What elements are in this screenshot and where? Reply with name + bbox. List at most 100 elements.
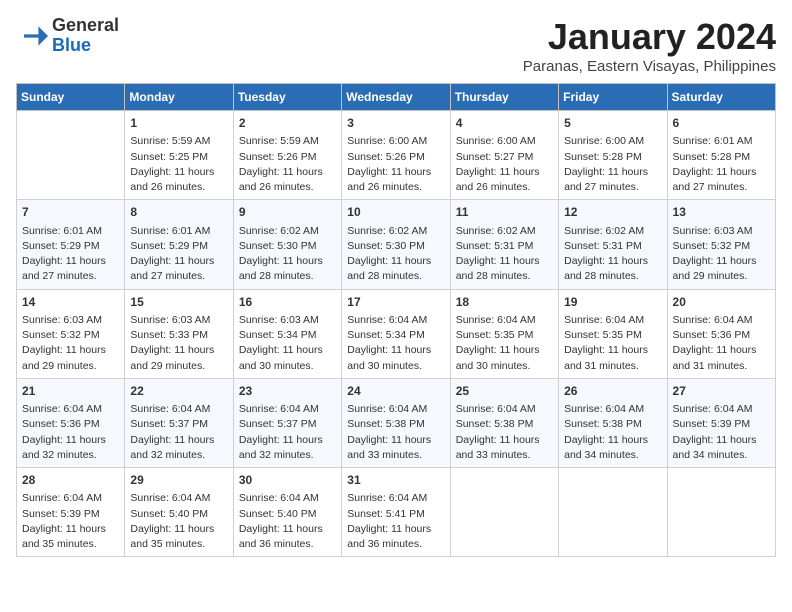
calendar-cell: 15 Sunrise: 6:03 AM Sunset: 5:33 PM Dayli… [125, 289, 233, 378]
header-cell-thursday: Thursday [450, 84, 558, 111]
calendar-cell: 10 Sunrise: 6:02 AM Sunset: 5:30 PM Dayli… [342, 200, 450, 289]
day-info: Sunrise: 6:00 AM Sunset: 5:26 PM Dayligh… [347, 134, 444, 195]
calendar-cell: 11Sunrise: 6:02 AM Sunset: 5:31 PM Dayli… [450, 200, 558, 289]
header-row: SundayMondayTuesdayWednesdayThursdayFrid… [17, 84, 776, 111]
calendar-cell: 26Sunrise: 6:04 AM Sunset: 5:38 PM Dayli… [559, 378, 667, 467]
header-cell-monday: Monday [125, 84, 233, 111]
calendar-body: 1 Sunrise: 5:59 AM Sunset: 5:25 PM Daylig… [17, 111, 776, 557]
day-number: 4 [456, 115, 553, 132]
day-info: Sunrise: 5:59 AM Sunset: 5:26 PM Dayligh… [239, 134, 336, 195]
calendar-cell: 7 Sunrise: 6:01 AM Sunset: 5:29 PM Daylig… [17, 200, 125, 289]
calendar-cell: 9Sunrise: 6:02 AM Sunset: 5:30 PM Daylig… [233, 200, 341, 289]
header-cell-sunday: Sunday [17, 84, 125, 111]
day-info: Sunrise: 6:04 AM Sunset: 5:40 PM Dayligh… [130, 491, 227, 552]
day-info: Sunrise: 6:00 AM Sunset: 5:28 PM Dayligh… [564, 134, 661, 195]
calendar-header: SundayMondayTuesdayWednesdayThursdayFrid… [17, 84, 776, 111]
calendar-cell: 21Sunrise: 6:04 AM Sunset: 5:36 PM Dayli… [17, 378, 125, 467]
day-info: Sunrise: 6:04 AM Sunset: 5:37 PM Dayligh… [239, 402, 336, 463]
day-number: 15 [130, 294, 227, 311]
calendar-cell: 17 Sunrise: 6:04 AM Sunset: 5:34 PM Dayli… [342, 289, 450, 378]
calendar-cell: 18 Sunrise: 6:04 AM Sunset: 5:35 PM Dayli… [450, 289, 558, 378]
day-info: Sunrise: 6:04 AM Sunset: 5:34 PM Dayligh… [347, 313, 444, 374]
header-cell-friday: Friday [559, 84, 667, 111]
day-number: 17 [347, 294, 444, 311]
month-title: January 2024 [523, 16, 776, 58]
day-number: 18 [456, 294, 553, 311]
calendar-cell: 27 Sunrise: 6:04 AM Sunset: 5:39 PM Dayli… [667, 378, 775, 467]
calendar-cell: 25Sunrise: 6:04 AM Sunset: 5:38 PM Dayli… [450, 378, 558, 467]
calendar-cell [559, 468, 667, 557]
day-number: 21 [22, 383, 119, 400]
day-info: Sunrise: 6:04 AM Sunset: 5:39 PM Dayligh… [22, 491, 119, 552]
calendar-cell: 22Sunrise: 6:04 AM Sunset: 5:37 PM Dayli… [125, 378, 233, 467]
calendar-cell: 20 Sunrise: 6:04 AM Sunset: 5:36 PM Dayli… [667, 289, 775, 378]
header-cell-tuesday: Tuesday [233, 84, 341, 111]
day-info: Sunrise: 6:04 AM Sunset: 5:37 PM Dayligh… [130, 402, 227, 463]
day-number: 24 [347, 383, 444, 400]
day-number: 19 [564, 294, 661, 311]
day-number: 14 [22, 294, 119, 311]
logo: General Blue [16, 16, 119, 56]
day-number: 12 [564, 204, 661, 221]
day-number: 23 [239, 383, 336, 400]
logo-blue: Blue [52, 35, 91, 55]
day-number: 16 [239, 294, 336, 311]
day-number: 31 [347, 472, 444, 489]
day-info: Sunrise: 6:02 AM Sunset: 5:31 PM Dayligh… [456, 224, 553, 285]
day-info: Sunrise: 6:04 AM Sunset: 5:38 PM Dayligh… [456, 402, 553, 463]
day-number: 27 [673, 383, 770, 400]
day-info: Sunrise: 6:03 AM Sunset: 5:32 PM Dayligh… [673, 224, 770, 285]
day-info: Sunrise: 6:02 AM Sunset: 5:30 PM Dayligh… [239, 224, 336, 285]
day-number: 7 [22, 204, 119, 221]
calendar-cell [17, 111, 125, 200]
calendar-cell: 5 Sunrise: 6:00 AM Sunset: 5:28 PM Daylig… [559, 111, 667, 200]
day-number: 30 [239, 472, 336, 489]
week-row-3: 14Sunrise: 6:03 AM Sunset: 5:32 PM Dayli… [17, 289, 776, 378]
day-info: Sunrise: 5:59 AM Sunset: 5:25 PM Dayligh… [130, 134, 227, 195]
calendar-cell: 19 Sunrise: 6:04 AM Sunset: 5:35 PM Dayli… [559, 289, 667, 378]
calendar-cell: 28Sunrise: 6:04 AM Sunset: 5:39 PM Dayli… [17, 468, 125, 557]
day-number: 5 [564, 115, 661, 132]
calendar-cell: 29Sunrise: 6:04 AM Sunset: 5:40 PM Dayli… [125, 468, 233, 557]
title-block: January 2024 Paranas, Eastern Visayas, P… [523, 16, 776, 75]
day-number: 6 [673, 115, 770, 132]
calendar-cell: 23 Sunrise: 6:04 AM Sunset: 5:37 PM Dayli… [233, 378, 341, 467]
logo-icon [16, 20, 48, 52]
day-number: 3 [347, 115, 444, 132]
calendar-cell: 4 Sunrise: 6:00 AM Sunset: 5:27 PM Daylig… [450, 111, 558, 200]
calendar-cell [667, 468, 775, 557]
calendar-cell: 31 Sunrise: 6:04 AM Sunset: 5:41 PM Dayli… [342, 468, 450, 557]
week-row-1: 1 Sunrise: 5:59 AM Sunset: 5:25 PM Daylig… [17, 111, 776, 200]
calendar-cell: 1 Sunrise: 5:59 AM Sunset: 5:25 PM Daylig… [125, 111, 233, 200]
day-info: Sunrise: 6:02 AM Sunset: 5:30 PM Dayligh… [347, 224, 444, 285]
day-number: 13 [673, 204, 770, 221]
location-subtitle: Paranas, Eastern Visayas, Philippines [523, 58, 776, 75]
logo-general: General [52, 15, 119, 35]
day-info: Sunrise: 6:04 AM Sunset: 5:39 PM Dayligh… [673, 402, 770, 463]
calendar-cell: 13 Sunrise: 6:03 AM Sunset: 5:32 PM Dayli… [667, 200, 775, 289]
day-number: 20 [673, 294, 770, 311]
logo-text: General Blue [52, 16, 119, 56]
day-info: Sunrise: 6:02 AM Sunset: 5:31 PM Dayligh… [564, 224, 661, 285]
day-info: Sunrise: 6:04 AM Sunset: 5:38 PM Dayligh… [347, 402, 444, 463]
calendar-cell: 16Sunrise: 6:03 AM Sunset: 5:34 PM Dayli… [233, 289, 341, 378]
calendar-cell: 3 Sunrise: 6:00 AM Sunset: 5:26 PM Daylig… [342, 111, 450, 200]
page-header: General Blue January 2024 Paranas, Easte… [16, 16, 776, 75]
header-cell-saturday: Saturday [667, 84, 775, 111]
day-info: Sunrise: 6:04 AM Sunset: 5:36 PM Dayligh… [673, 313, 770, 374]
day-info: Sunrise: 6:04 AM Sunset: 5:41 PM Dayligh… [347, 491, 444, 552]
calendar-cell [450, 468, 558, 557]
calendar-cell: 2Sunrise: 5:59 AM Sunset: 5:26 PM Daylig… [233, 111, 341, 200]
week-row-5: 28Sunrise: 6:04 AM Sunset: 5:39 PM Dayli… [17, 468, 776, 557]
calendar-cell: 24 Sunrise: 6:04 AM Sunset: 5:38 PM Dayli… [342, 378, 450, 467]
day-info: Sunrise: 6:04 AM Sunset: 5:35 PM Dayligh… [456, 313, 553, 374]
day-info: Sunrise: 6:03 AM Sunset: 5:33 PM Dayligh… [130, 313, 227, 374]
day-info: Sunrise: 6:01 AM Sunset: 5:29 PM Dayligh… [130, 224, 227, 285]
day-number: 1 [130, 115, 227, 132]
day-info: Sunrise: 6:04 AM Sunset: 5:35 PM Dayligh… [564, 313, 661, 374]
day-number: 26 [564, 383, 661, 400]
day-info: Sunrise: 6:01 AM Sunset: 5:29 PM Dayligh… [22, 224, 119, 285]
calendar-cell: 30Sunrise: 6:04 AM Sunset: 5:40 PM Dayli… [233, 468, 341, 557]
day-info: Sunrise: 6:00 AM Sunset: 5:27 PM Dayligh… [456, 134, 553, 195]
day-number: 10 [347, 204, 444, 221]
